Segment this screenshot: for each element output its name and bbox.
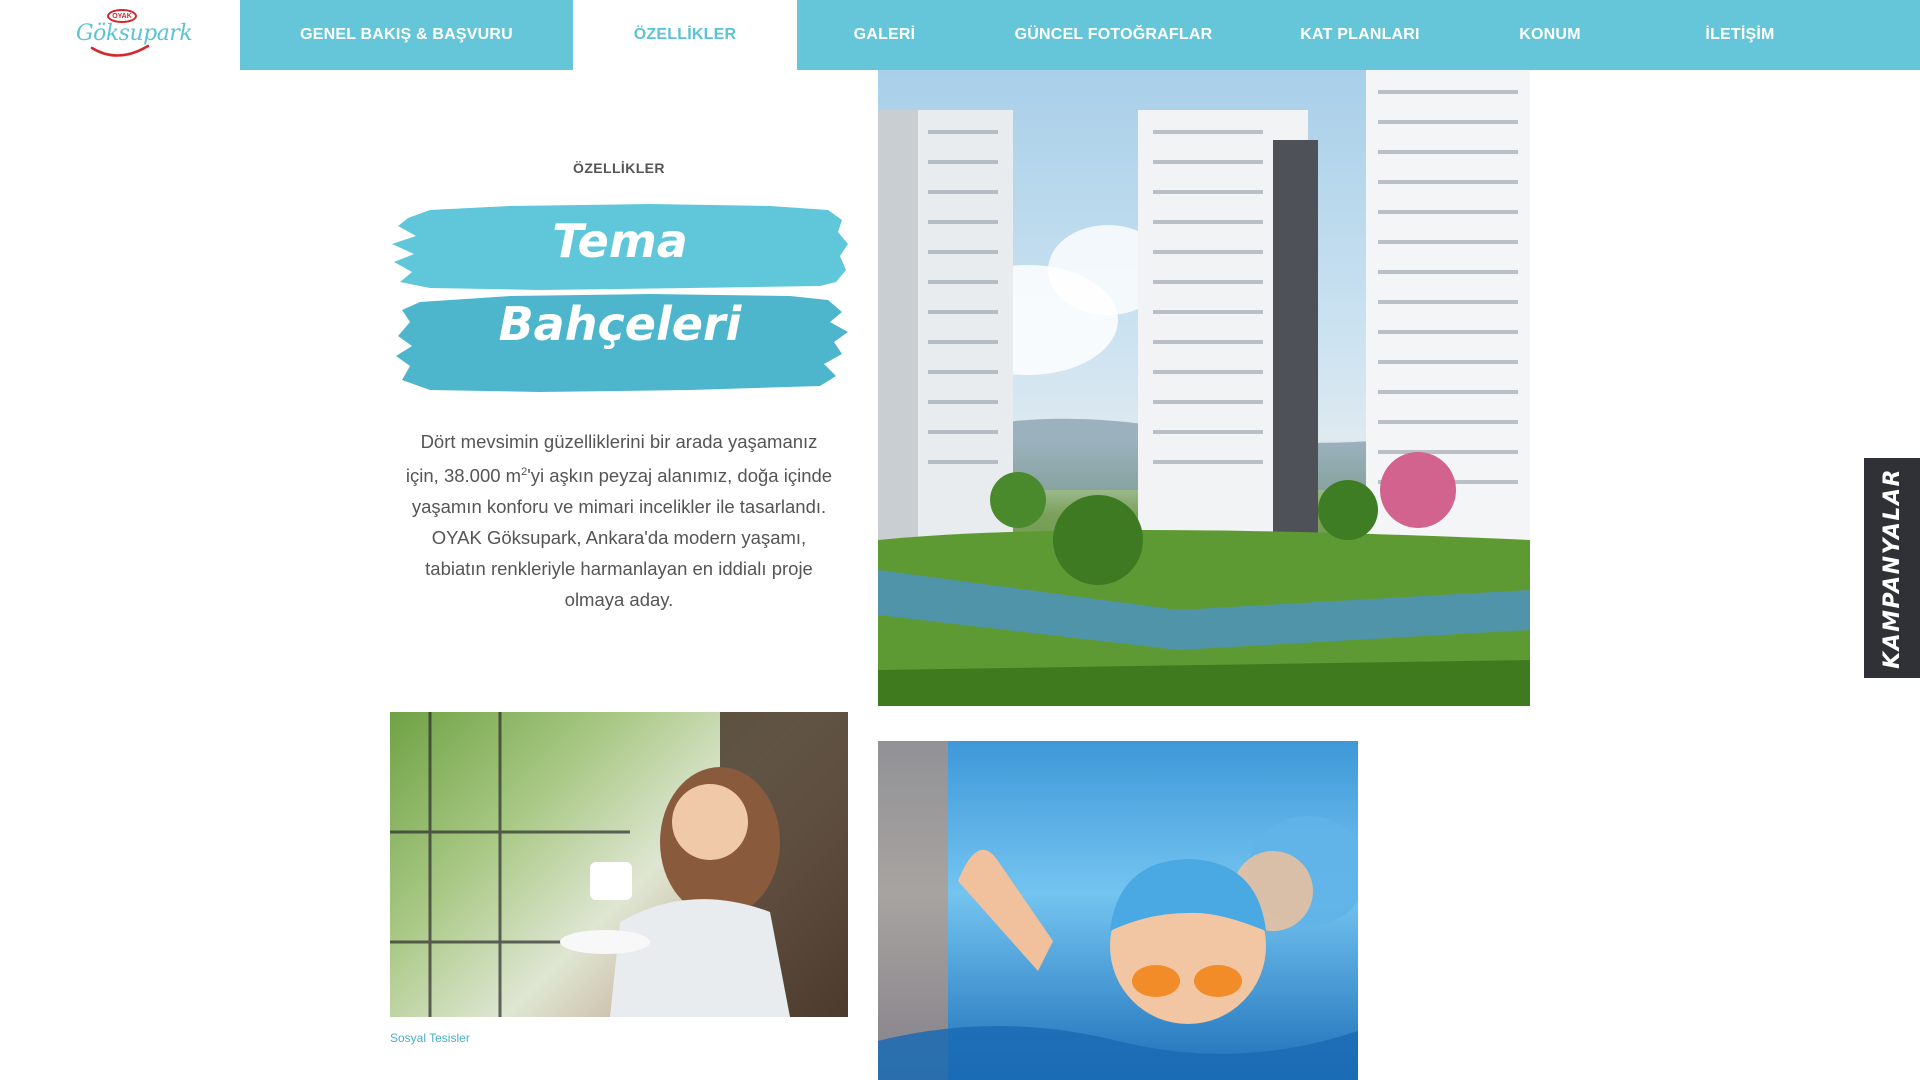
feature-description: Dört mevsimin güzelliklerini bir arada y…	[405, 431, 833, 611]
logo-wordmark: Göksupark	[76, 21, 193, 46]
brand-logo[interactable]: OYAK Göksupark	[70, 8, 193, 64]
nav-item-guncel-fotograflar[interactable]: GÜNCEL FOTOĞRAFLAR	[972, 0, 1255, 70]
kampanyalar-side-tab[interactable]: KAMPANYALAR	[1864, 458, 1920, 678]
tower-illustration	[878, 70, 1530, 706]
woman-coffee-photo[interactable]	[390, 712, 848, 1017]
nav-item-ozellikler[interactable]: ÖZELLİKLER	[573, 0, 797, 70]
feature-title-line2: Bahçeleri	[498, 297, 742, 351]
nav-item-galeri[interactable]: GALERİ	[797, 0, 972, 70]
tower-garden-photo[interactable]	[878, 70, 1530, 706]
photo-caption-sosyal-tesisler[interactable]: Sosyal Tesisler	[390, 1031, 470, 1045]
feature-title-line1: Tema	[552, 214, 688, 268]
logo-area: OYAK Göksupark	[0, 0, 240, 70]
logo-swoosh-icon	[90, 44, 150, 57]
kampanyalar-label: KAMPANYALAR	[1879, 467, 1905, 669]
nav-item-konum[interactable]: KONUM	[1465, 0, 1635, 70]
section-label: ÖZELLİKLER	[573, 160, 665, 176]
nav-item-genel-bakis[interactable]: GENEL BAKIŞ & BAŞVURU	[240, 0, 573, 70]
main-nav: GENEL BAKIŞ & BAŞVURU ÖZELLİKLER GALERİ …	[240, 0, 1920, 70]
pool-illustration	[878, 741, 1358, 1080]
nav-item-iletisim[interactable]: İLETİŞİM	[1635, 0, 1845, 70]
child-swimming-photo[interactable]	[878, 741, 1358, 1080]
cafe-illustration	[390, 712, 848, 1017]
nav-item-kat-planlari[interactable]: KAT PLANLARI	[1255, 0, 1465, 70]
